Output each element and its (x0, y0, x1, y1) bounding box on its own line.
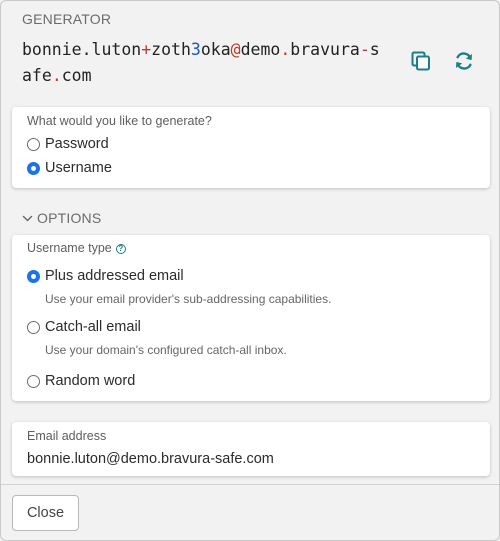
radio-random-word[interactable]: Random word (27, 373, 135, 389)
generated-part: 3 (190, 40, 201, 59)
options-toggle[interactable]: OPTIONS (22, 210, 101, 226)
radio-circle[interactable] (27, 374, 40, 388)
radio-circle[interactable] (27, 137, 40, 151)
generate-type-question: What would you like to generate? (27, 114, 212, 128)
radio-catch-all[interactable]: Catch-all email (27, 319, 141, 335)
generated-part: + (141, 40, 152, 59)
generated-part: bravura (290, 40, 360, 59)
footer-divider (1, 484, 499, 485)
regenerate-button[interactable] (451, 48, 477, 74)
catch-all-hint: Use your domain's configured catch-all i… (45, 343, 287, 357)
close-button[interactable]: Close (12, 495, 79, 531)
username-type-label-row: Username type? (27, 241, 126, 255)
radio-username-label: Username (45, 160, 112, 176)
email-address-input[interactable] (27, 451, 477, 467)
generated-part: . (51, 66, 62, 85)
generate-type-card: What would you like to generate? Passwor… (12, 107, 490, 188)
options-heading: OPTIONS (37, 210, 102, 226)
refresh-icon (456, 52, 472, 70)
generated-part: bonnie.luton (22, 40, 142, 59)
help-circle-icon[interactable]: ? (115, 244, 126, 254)
generated-part: oka (200, 40, 231, 59)
email-address-card: Email address (12, 422, 490, 476)
email-address-label: Email address (27, 429, 107, 443)
radio-circle[interactable] (27, 269, 40, 283)
generated-username: bonnie.luton+zoth3oka@demo.bravura-safe.… (22, 37, 382, 89)
radio-circle[interactable] (27, 320, 40, 334)
radio-plus-addressed-label: Plus addressed email (45, 268, 184, 284)
radio-circle[interactable] (27, 161, 40, 175)
radio-random-word-label: Random word (45, 373, 136, 389)
generator-panel: GENERATOR bonnie.luton+zoth3oka@demo.bra… (0, 0, 500, 541)
generated-part: . (280, 40, 291, 59)
copy-icon (411, 51, 430, 71)
username-options-card: Username type? Plus addressed email Use … (12, 235, 490, 401)
generated-part: zoth (151, 40, 191, 59)
generated-part: @ (230, 40, 241, 59)
generated-part: com (61, 66, 92, 85)
radio-catch-all-label: Catch-all email (45, 319, 141, 335)
generated-part: demo (240, 40, 281, 59)
chevron-down-icon (22, 215, 33, 221)
plus-addressed-hint: Use your email provider's sub-addressing… (45, 292, 332, 306)
radio-username[interactable]: Username (27, 160, 112, 176)
generator-heading: GENERATOR (22, 11, 112, 27)
copy-button[interactable] (408, 48, 434, 74)
radio-password-label: Password (45, 136, 109, 152)
generated-part: - (359, 40, 370, 59)
radio-plus-addressed[interactable]: Plus addressed email (27, 268, 184, 284)
radio-password[interactable]: Password (27, 136, 109, 152)
username-type-label: Username type (27, 241, 112, 255)
